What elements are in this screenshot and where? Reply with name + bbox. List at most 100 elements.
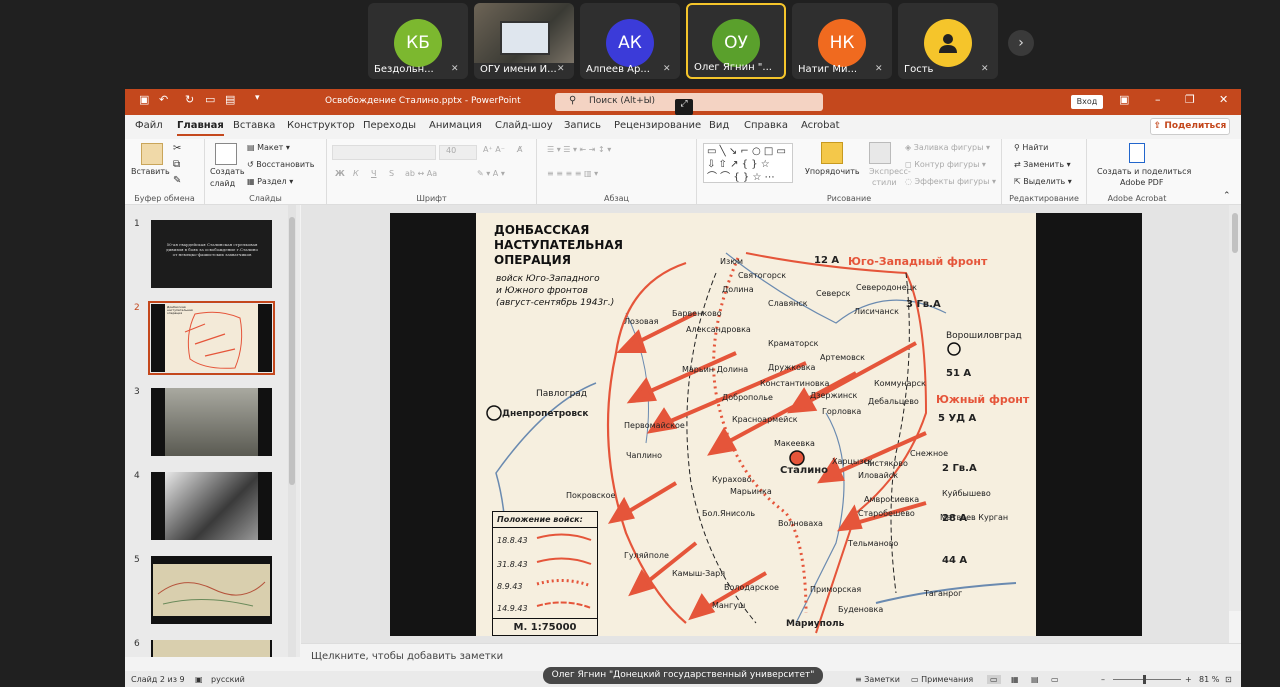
find-button[interactable]: ⚲ Найти [1014, 143, 1048, 152]
zoom-slider-thumb[interactable] [1143, 675, 1146, 684]
maximize-icon[interactable]: ❐ [1185, 93, 1195, 106]
minimize-icon[interactable]: – [1155, 93, 1161, 106]
italic-button[interactable]: К [353, 169, 359, 178]
scrollbar-thumb[interactable] [1232, 213, 1238, 253]
city-label: Чаплино [626, 451, 663, 460]
bold-button[interactable]: Ж [335, 169, 345, 178]
layout-button[interactable]: ▤ Макет ▾ [247, 143, 290, 152]
shape-outline-button[interactable]: ◻ Контур фигуры ▾ [905, 160, 986, 169]
save-icon[interactable]: ▣ [139, 93, 149, 106]
slideshow-view-icon[interactable]: ▭ [1051, 675, 1059, 684]
scrollbar-thumb[interactable] [289, 217, 295, 485]
new-slide-icon[interactable] [215, 143, 237, 165]
tab-record[interactable]: Запись [564, 120, 601, 131]
screen-share-icon[interactable]: ⤢ [675, 99, 693, 115]
tab-view[interactable]: Вид [709, 120, 729, 131]
present-icon[interactable]: ▤ [225, 93, 235, 106]
zoom-slider[interactable] [1113, 675, 1181, 684]
shape-fill-button[interactable]: ◈ Заливка фигуры ▾ [905, 143, 990, 152]
underline-button[interactable]: Ч [371, 169, 376, 178]
tab-insert[interactable]: Вставка [233, 120, 275, 131]
increase-font-icon[interactable]: A⁺ A⁻ [483, 145, 505, 154]
strikethrough-button[interactable]: S [389, 169, 394, 178]
tab-transitions[interactable]: Переходы [363, 120, 416, 131]
comments-button[interactable]: ▭ Примечания [911, 675, 973, 684]
slide-thumbnail-5[interactable] [151, 556, 272, 624]
pdf-icon[interactable] [1129, 143, 1145, 163]
format-painter-icon[interactable]: ✎ [173, 175, 181, 186]
zoom-in-icon[interactable]: + [1185, 675, 1192, 684]
slide-thumbnail-6[interactable] [151, 640, 272, 657]
quick-styles-icon[interactable] [869, 142, 891, 164]
paste-icon[interactable] [141, 143, 163, 165]
tab-file[interactable]: Файл [135, 120, 163, 131]
participant-tile[interactable]: КБ Бездольн... ✕ [368, 3, 468, 79]
redo-icon[interactable]: ↻ [185, 93, 194, 106]
slide-scrollbar[interactable] [1229, 205, 1241, 611]
participant-tile[interactable]: НК Натиг Ми... ✕ [792, 3, 892, 79]
slide-thumbnail-3[interactable] [151, 388, 272, 456]
shape-outline-label: Контур фигуры [914, 160, 980, 169]
arrange-icon[interactable] [821, 142, 843, 164]
paste-button[interactable]: Вставить [131, 167, 170, 176]
quick-styles-button-line2[interactable]: стили [872, 178, 897, 187]
reset-label: Восстановить [256, 160, 315, 169]
reading-view-icon[interactable]: ▤ [1031, 675, 1039, 684]
reset-button[interactable]: ↺ Восстановить [247, 160, 314, 169]
slide-thumbnail-2[interactable]: Донбасская наступательная операция [148, 301, 275, 375]
section-button[interactable]: ▦ Раздел ▾ [247, 177, 293, 186]
tab-design[interactable]: Конструктор [287, 120, 355, 131]
highlight-icon[interactable]: ✎ ▾ A ▾ [477, 169, 505, 178]
bullets-icon[interactable]: ☰ ▾ ☰ ▾ ⇤ ⇥ ↕ ▾ [547, 145, 611, 154]
tab-animations[interactable]: Анимация [429, 120, 482, 131]
arrange-button[interactable]: Упорядочить [805, 167, 860, 176]
close-icon[interactable]: ✕ [1219, 93, 1228, 106]
customize-toolbar-icon[interactable]: ▾ [255, 93, 260, 103]
ribbon-display-icon[interactable]: ▣ [1119, 93, 1129, 106]
thumbnails-scrollbar[interactable] [288, 205, 296, 657]
notes-button[interactable]: ≡ Заметки [855, 675, 900, 684]
tab-help[interactable]: Справка [744, 120, 788, 131]
army-label: 2 Гв.А [942, 463, 977, 474]
shapes-gallery[interactable]: ▭ ╲ ↘ ⌐ ○ □ ▭ ⇩ ⇧ ↗ { } ☆ ⌒ ⌒ { } ☆ ⋯ [703, 143, 793, 183]
align-icons[interactable]: ≡ ≡ ≡ ≡ ▥ ▾ [547, 169, 598, 178]
current-slide[interactable]: ДОНБАССКАЯ НАСТУПАТЕЛЬНАЯ ОПЕРАЦИЯ войск… [390, 213, 1142, 636]
shape-effects-button[interactable]: ◌ Эффекты фигуры ▾ [905, 177, 996, 186]
undo-icon[interactable]: ↶ [159, 93, 168, 106]
next-participants-button[interactable]: › [1008, 30, 1034, 56]
participant-tile[interactable]: АК Алпеев Ар... ✕ [580, 3, 680, 79]
char-spacing-icon[interactable]: ab ↔ Aa [405, 169, 437, 178]
normal-view-icon[interactable]: ▭ [987, 675, 1001, 684]
new-slide-button[interactable]: Создать [210, 167, 245, 176]
share-button[interactable]: ⇪ Поделиться [1150, 118, 1230, 135]
participant-tile[interactable]: Гость ✕ [898, 3, 998, 79]
create-pdf-button-line2[interactable]: Adobe PDF [1120, 178, 1163, 187]
slide-thumbnail-4[interactable] [151, 472, 272, 540]
language-indicator[interactable]: русский [211, 675, 245, 684]
slide-thumbnail-1[interactable]: 50-ая гвардейская Сталинская стрелковая … [151, 220, 272, 288]
clear-format-icon[interactable]: A̸ [517, 145, 522, 154]
font-name-input[interactable] [332, 145, 436, 160]
zoom-out-icon[interactable]: – [1101, 675, 1105, 684]
participant-tile-active[interactable]: ОУ Олег Ягнин "... [686, 3, 786, 79]
new-slide-button-line2[interactable]: слайд [210, 179, 235, 188]
cut-icon[interactable]: ✂ [173, 143, 181, 154]
city-label: Долина [722, 285, 754, 294]
sign-in-button[interactable]: Вход [1071, 95, 1103, 109]
font-size-input[interactable]: 40 [439, 145, 477, 160]
slide-sorter-icon[interactable]: ▦ [1011, 675, 1019, 684]
replace-button[interactable]: ⇄ Заменить ▾ [1014, 160, 1071, 169]
tab-review[interactable]: Рецензирование [614, 120, 701, 131]
spellcheck-icon[interactable]: ▣ [195, 675, 203, 684]
zoom-level[interactable]: 81 % [1199, 675, 1219, 684]
tab-home[interactable]: Главная [177, 120, 224, 136]
tab-acrobat[interactable]: Acrobat [801, 120, 840, 131]
collapse-ribbon-icon[interactable]: ⌃ [1223, 191, 1231, 201]
start-slideshow-icon[interactable]: ▭ [205, 93, 215, 106]
participant-tile[interactable]: ОГУ имени И... ✕ [474, 3, 574, 79]
fit-slide-icon[interactable]: ⊡ [1225, 675, 1232, 684]
tab-slideshow[interactable]: Слайд-шоу [495, 120, 553, 131]
create-pdf-button[interactable]: Создать и поделиться [1097, 167, 1191, 176]
copy-icon[interactable]: ⧉ [173, 159, 180, 170]
select-button[interactable]: ⇱ Выделить ▾ [1014, 177, 1072, 186]
